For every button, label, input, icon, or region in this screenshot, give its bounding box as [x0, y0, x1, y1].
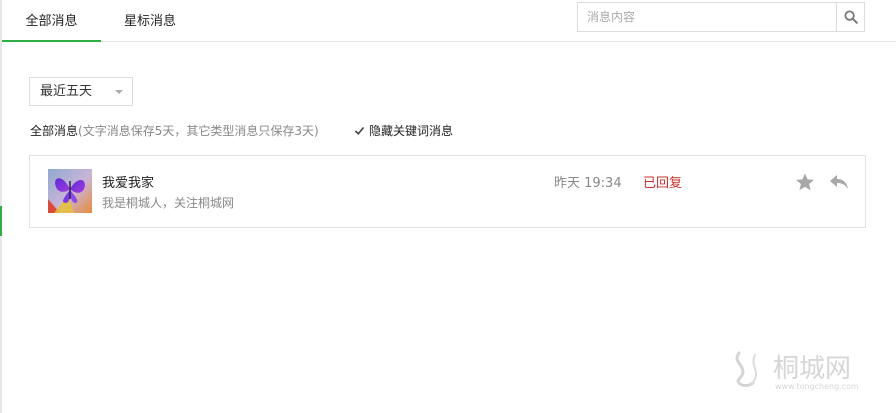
- filter-description: 全部消息(文字消息保存5天，其它类型消息只保存3天): [30, 122, 319, 140]
- message-item[interactable]: 我爱我家 我是桐城人，关注桐城网 昨天 19:34 已回复: [29, 155, 866, 228]
- tab-starred-messages[interactable]: 星标消息: [105, 0, 195, 41]
- butterfly-avatar-icon: [48, 169, 92, 213]
- message-preview: 我是桐城人，关注桐城网: [102, 196, 235, 210]
- reply-icon: [830, 175, 848, 189]
- date-range-value: 最近五天: [40, 84, 93, 99]
- star-button[interactable]: [794, 171, 816, 193]
- watermark-url: www.tongcheng.com: [775, 382, 859, 391]
- filter-title: 全部消息: [30, 124, 79, 138]
- watermark-logo: 桐城网 www.tongcheng.com: [729, 345, 874, 393]
- retention-note: (文字消息保存5天，其它类型消息只保存3天): [78, 124, 319, 138]
- hide-keyword-toggle[interactable]: 隐藏关键词消息: [354, 122, 453, 140]
- left-accent-bar: [0, 206, 2, 236]
- avatar[interactable]: [48, 169, 92, 213]
- watermark-name: 桐城网: [773, 354, 851, 384]
- reply-button[interactable]: [827, 171, 851, 193]
- search-icon: [844, 10, 858, 24]
- check-icon: [354, 126, 365, 135]
- tab-all-messages[interactable]: 全部消息: [2, 0, 101, 42]
- message-time: 昨天 19:34: [554, 176, 622, 191]
- sender-name[interactable]: 我爱我家: [102, 172, 154, 191]
- reply-status: 已回复: [643, 176, 683, 191]
- star-icon: [796, 173, 814, 191]
- watermark-logo-icon: 桐城网 www.tongcheng.com: [735, 351, 859, 391]
- caret-down-icon: [115, 90, 123, 94]
- search-button[interactable]: [836, 3, 864, 31]
- hide-keyword-label: 隐藏关键词消息: [369, 124, 454, 138]
- date-range-select[interactable]: 最近五天: [29, 77, 133, 106]
- search-input[interactable]: [578, 3, 837, 31]
- search-box: [577, 2, 865, 32]
